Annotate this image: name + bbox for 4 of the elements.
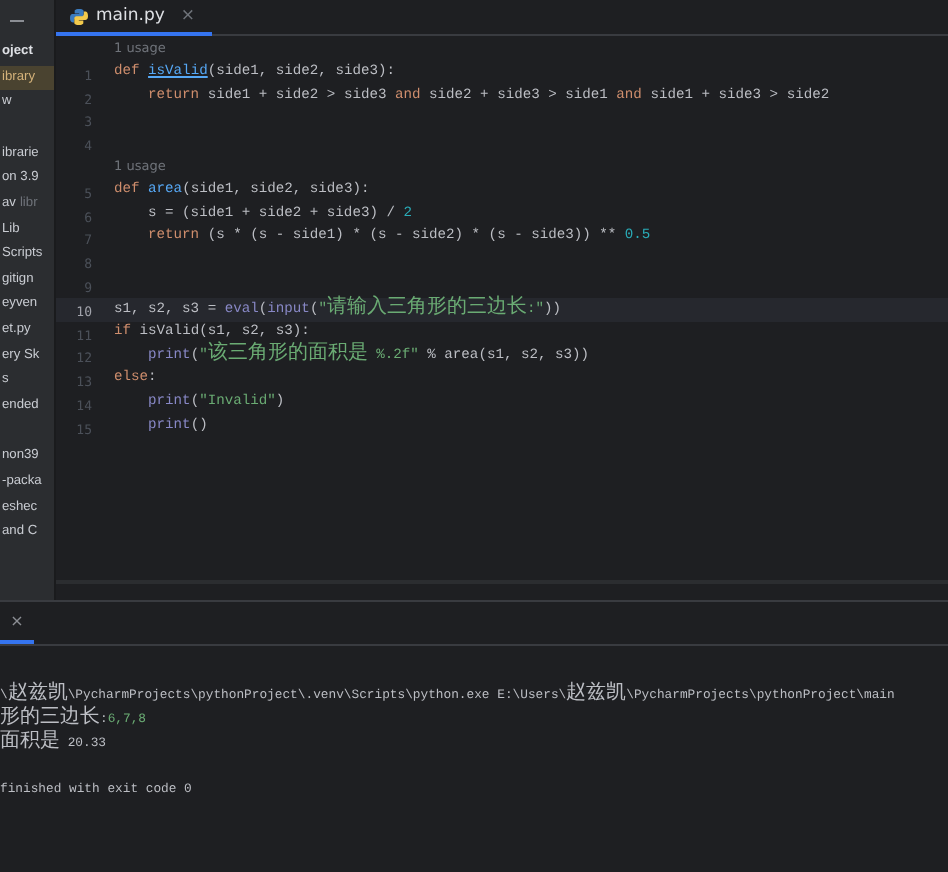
run-tab[interactable]: × — [0, 602, 34, 644]
file-tab[interactable]: main.py × — [56, 0, 211, 36]
python-file-icon — [70, 7, 88, 25]
minimize-icon[interactable] — [10, 19, 24, 21]
